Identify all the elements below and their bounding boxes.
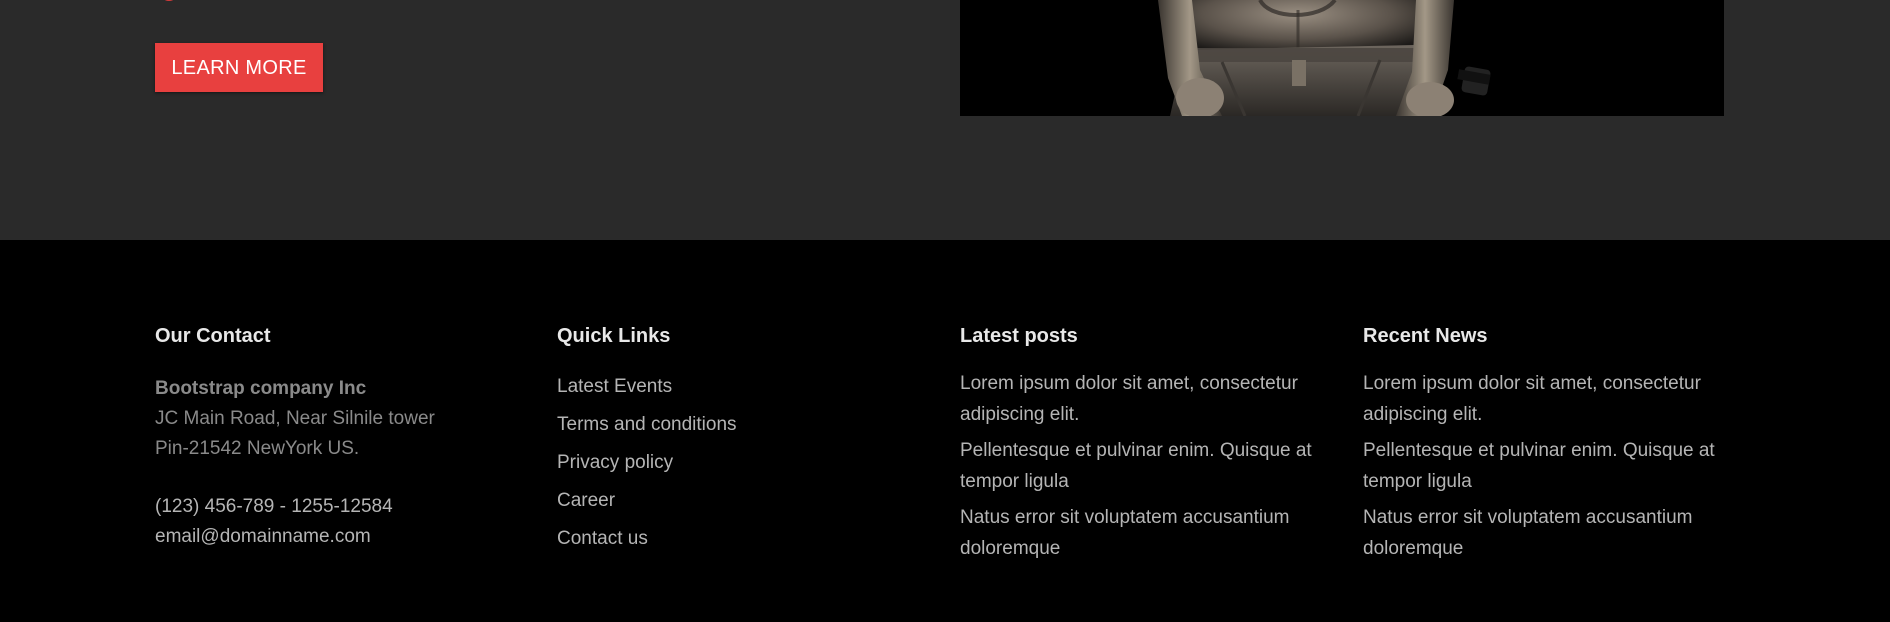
recent-news-list: Lorem ipsum dolor sit amet, consectetur … <box>1363 368 1743 564</box>
email-address[interactable]: email@domainname.com <box>155 522 535 552</box>
latest-post-item[interactable]: Natus error sit voluptatem accusantium d… <box>960 502 1340 564</box>
footer-link-terms[interactable]: Terms and conditions <box>557 406 937 444</box>
recent-news-item[interactable]: Natus error sit voluptatem accusantium d… <box>1363 502 1743 564</box>
latest-post-item[interactable]: Lorem ipsum dolor sit amet, consectetur … <box>960 368 1340 430</box>
footer-recent-news-column: Recent News Lorem ipsum dolor sit amet, … <box>1363 324 1743 569</box>
footer-link-latest-events[interactable]: Latest Events <box>557 368 937 406</box>
fitness-model-image <box>960 0 1724 116</box>
latest-post-item[interactable]: Pellentesque et pulvinar enim. Quisque a… <box>960 435 1340 497</box>
company-name: Bootstrap company Inc <box>155 378 367 399</box>
address-line-1: JC Main Road, Near Silnile tower <box>155 408 435 429</box>
footer-contact-column: Our Contact Bootstrap company Inc JC Mai… <box>155 324 535 552</box>
hero-section: LEARN MORE <box>0 0 1890 240</box>
phone-number: (123) 456-789 - 1255-12584 <box>155 496 393 517</box>
footer-link-privacy[interactable]: Privacy policy <box>557 444 937 482</box>
learn-more-button[interactable]: LEARN MORE <box>155 43 323 92</box>
footer-link-career[interactable]: Career <box>557 482 937 520</box>
footer-latest-posts-column: Latest posts Lorem ipsum dolor sit amet,… <box>960 324 1340 569</box>
contact-heading: Our Contact <box>155 325 271 347</box>
recent-news-heading: Recent News <box>1363 325 1488 347</box>
recent-news-item[interactable]: Lorem ipsum dolor sit amet, consectetur … <box>1363 368 1743 430</box>
quick-links-list: Latest Events Terms and conditions Priva… <box>557 368 937 558</box>
footer-quick-links-column: Quick Links Latest Events Terms and cond… <box>557 324 937 558</box>
recent-news-item[interactable]: Pellentesque et pulvinar enim. Quisque a… <box>1363 435 1743 497</box>
site-footer: Our Contact Bootstrap company Inc JC Mai… <box>0 240 1890 622</box>
latest-posts-heading: Latest posts <box>960 325 1078 347</box>
red-bullet-icon <box>160 0 178 1</box>
footer-link-contact[interactable]: Contact us <box>557 520 937 558</box>
latest-posts-list: Lorem ipsum dolor sit amet, consectetur … <box>960 368 1340 564</box>
quick-links-heading: Quick Links <box>557 325 671 347</box>
address-line-2: Pin-21542 NewYork US. <box>155 438 360 459</box>
